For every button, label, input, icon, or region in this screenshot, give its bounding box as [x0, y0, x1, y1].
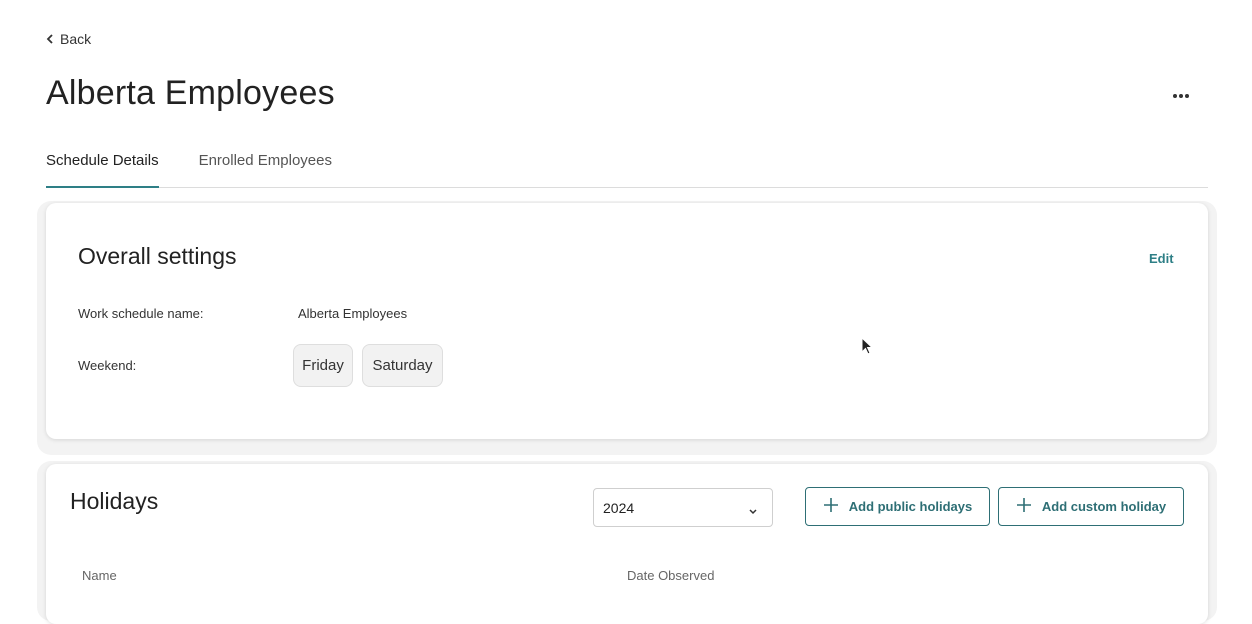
ellipsis-icon	[1172, 86, 1190, 104]
add-custom-holiday-label: Add custom holiday	[1041, 499, 1167, 514]
weekend-day-chip: Friday	[293, 344, 353, 387]
add-public-holidays-button[interactable]: Add public holidays	[805, 487, 990, 526]
column-header-name: Name	[82, 568, 117, 583]
back-label: Back	[60, 31, 92, 47]
edit-link[interactable]: Edit	[1149, 251, 1174, 266]
holidays-title: Holidays	[70, 488, 159, 514]
add-custom-holiday-button[interactable]: Add custom holiday	[998, 487, 1184, 526]
tab-enrolled-employees[interactable]: Enrolled Employees	[199, 140, 332, 188]
tab-bar: Schedule Details Enrolled Employees	[46, 140, 1208, 188]
overall-settings-card: Overall settings Edit Work schedule name…	[46, 203, 1208, 439]
chevron-left-icon	[46, 34, 54, 44]
work-schedule-name-value: Alberta Employees	[298, 306, 408, 321]
year-select-value: 2024	[603, 499, 635, 516]
chevron-down-icon	[748, 503, 758, 519]
add-public-holidays-label: Add public holidays	[848, 499, 973, 514]
weekend-day-chip: Saturday	[362, 344, 443, 387]
year-select[interactable]: 2024	[593, 488, 773, 527]
page-title: Alberta Employees	[46, 74, 335, 112]
plus-icon	[1016, 497, 1032, 516]
work-schedule-name-label: Work schedule name:	[78, 306, 204, 321]
back-link[interactable]: Back	[46, 31, 91, 47]
holidays-card: Holidays 2024 Add public holidays Add cu…	[46, 464, 1208, 624]
tab-schedule-details[interactable]: Schedule Details	[46, 140, 159, 188]
column-header-date-observed: Date Observed	[627, 568, 715, 583]
overall-settings-title: Overall settings	[78, 243, 237, 269]
weekend-label: Weekend:	[78, 358, 137, 373]
more-options-button[interactable]	[1164, 84, 1198, 106]
plus-icon	[823, 497, 839, 516]
